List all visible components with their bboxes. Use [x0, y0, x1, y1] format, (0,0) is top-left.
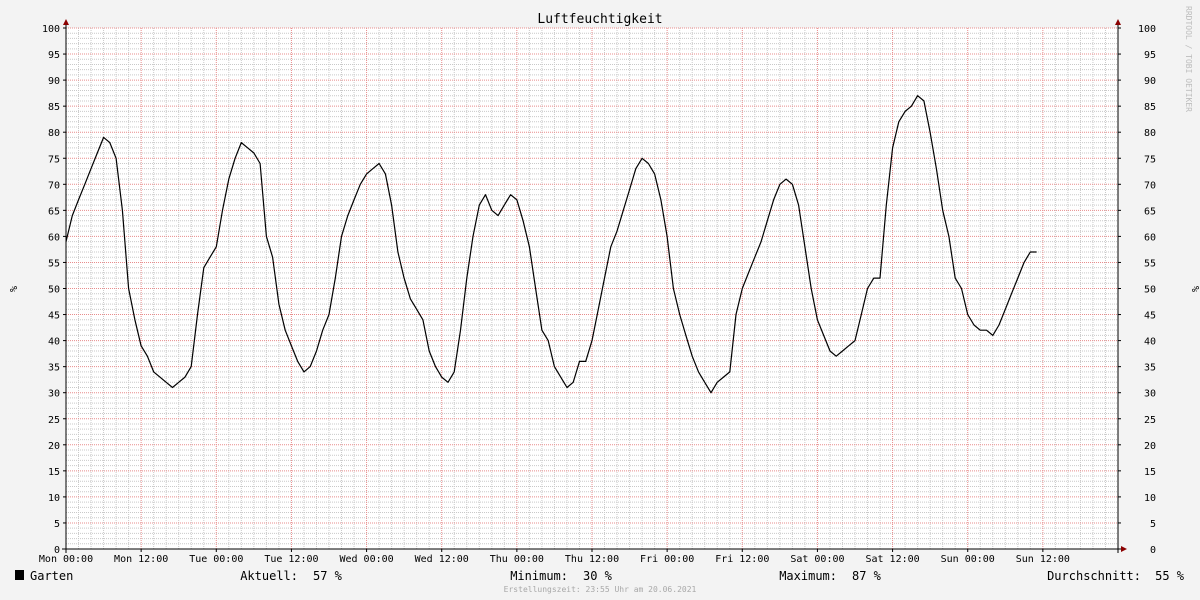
y-tick-label: 75 — [48, 154, 60, 165]
x-tick-label: Mon 00:00 — [39, 554, 93, 565]
stat-current-value: 57 % — [313, 569, 343, 583]
y-tick-label: 45 — [48, 311, 60, 322]
x-tick-label: Fri 12:00 — [715, 554, 769, 565]
y-tick-label: 100 — [42, 24, 60, 35]
legend-series-name: Garten — [30, 569, 73, 583]
y-tick-label: 55 — [1144, 258, 1156, 269]
y-tick-label: 90 — [48, 76, 60, 87]
y-tick-label: 60 — [48, 232, 60, 243]
y-tick-label: 40 — [48, 337, 60, 348]
stat-average-label: Durchschnitt: — [1047, 569, 1141, 583]
y-tick-label: 50 — [1144, 285, 1156, 296]
y-tick-label: 80 — [1144, 128, 1156, 139]
y-tick-label: 55 — [48, 258, 60, 269]
stat-maximum-value: 87 % — [852, 569, 882, 583]
y-axis-label-right: % — [1189, 286, 1200, 292]
y-tick-label: 70 — [1144, 180, 1156, 191]
chart-title: Luftfeuchtigkeit — [537, 12, 662, 27]
x-tick-label: Tue 12:00 — [264, 554, 318, 565]
y-tick-label: 20 — [1144, 441, 1156, 452]
stat-minimum-label: Minimum: — [510, 569, 568, 583]
x-tick-label: Sat 00:00 — [790, 554, 844, 565]
y-tick-label: 15 — [1144, 467, 1156, 478]
y-tick-label: 95 — [1144, 50, 1156, 61]
y-tick-label: 80 — [48, 128, 60, 139]
y-tick-label: 85 — [1144, 102, 1156, 113]
y-tick-label: 35 — [1144, 363, 1156, 374]
x-tick-label: Thu 00:00 — [490, 554, 544, 565]
y-tick-label: 50 — [48, 285, 60, 296]
y-tick-label: 75 — [1144, 154, 1156, 165]
y-tick-label: 5 — [1150, 519, 1156, 530]
y-tick-label: 60 — [1144, 232, 1156, 243]
stat-maximum-label: Maximum: — [779, 569, 837, 583]
stat-minimum-value: 30 % — [583, 569, 613, 583]
stat-current-label: Aktuell: — [240, 569, 298, 583]
stat-average-value: 55 % — [1155, 569, 1185, 583]
y-tick-label: 30 — [1144, 389, 1156, 400]
y-tick-label: 100 — [1138, 24, 1156, 35]
y-tick-label: 10 — [1144, 493, 1156, 504]
y-tick-label: 70 — [48, 180, 60, 191]
y-tick-label: 90 — [1144, 76, 1156, 87]
legend-swatch — [15, 570, 24, 580]
y-tick-label: 10 — [48, 493, 60, 504]
x-tick-label: Fri 00:00 — [640, 554, 694, 565]
y-tick-label: 30 — [48, 389, 60, 400]
x-tick-label: Mon 12:00 — [114, 554, 168, 565]
y-tick-label: 45 — [1144, 311, 1156, 322]
y-tick-label: 25 — [1144, 415, 1156, 426]
y-tick-label: 40 — [1144, 337, 1156, 348]
y-tick-label: 15 — [48, 467, 60, 478]
y-tick-label: 85 — [48, 102, 60, 113]
x-tick-label: Sat 12:00 — [865, 554, 919, 565]
y-tick-label: 5 — [54, 519, 60, 530]
x-tick-label: Tue 00:00 — [189, 554, 243, 565]
y-tick-label: 20 — [48, 441, 60, 452]
y-tick-label: 65 — [48, 206, 60, 217]
rrdtool-watermark: RRDTOOL / TOBI OETIKER — [1184, 6, 1193, 112]
y-tick-label: 35 — [48, 363, 60, 374]
y-axis-label-left: % — [7, 286, 18, 292]
x-tick-label: Thu 12:00 — [565, 554, 619, 565]
x-tick-label: Wed 00:00 — [339, 554, 393, 565]
y-tick-label: 95 — [48, 50, 60, 61]
x-tick-label: Sun 00:00 — [941, 554, 995, 565]
x-tick-label: Sun 12:00 — [1016, 554, 1070, 565]
y-tick-label: 25 — [48, 415, 60, 426]
creation-time-footer: Erstellungszeit: 23:55 Uhr am 20.06.2021 — [504, 585, 697, 594]
y-tick-label: 0 — [1150, 545, 1156, 556]
y-tick-label: 65 — [1144, 206, 1156, 217]
x-tick-label: Wed 12:00 — [415, 554, 469, 565]
humidity-chart: 0 5 10 15 20 25 30 35 40 45 50 55 60 65 70 75 80 85 90 95 10… — [0, 0, 1200, 600]
